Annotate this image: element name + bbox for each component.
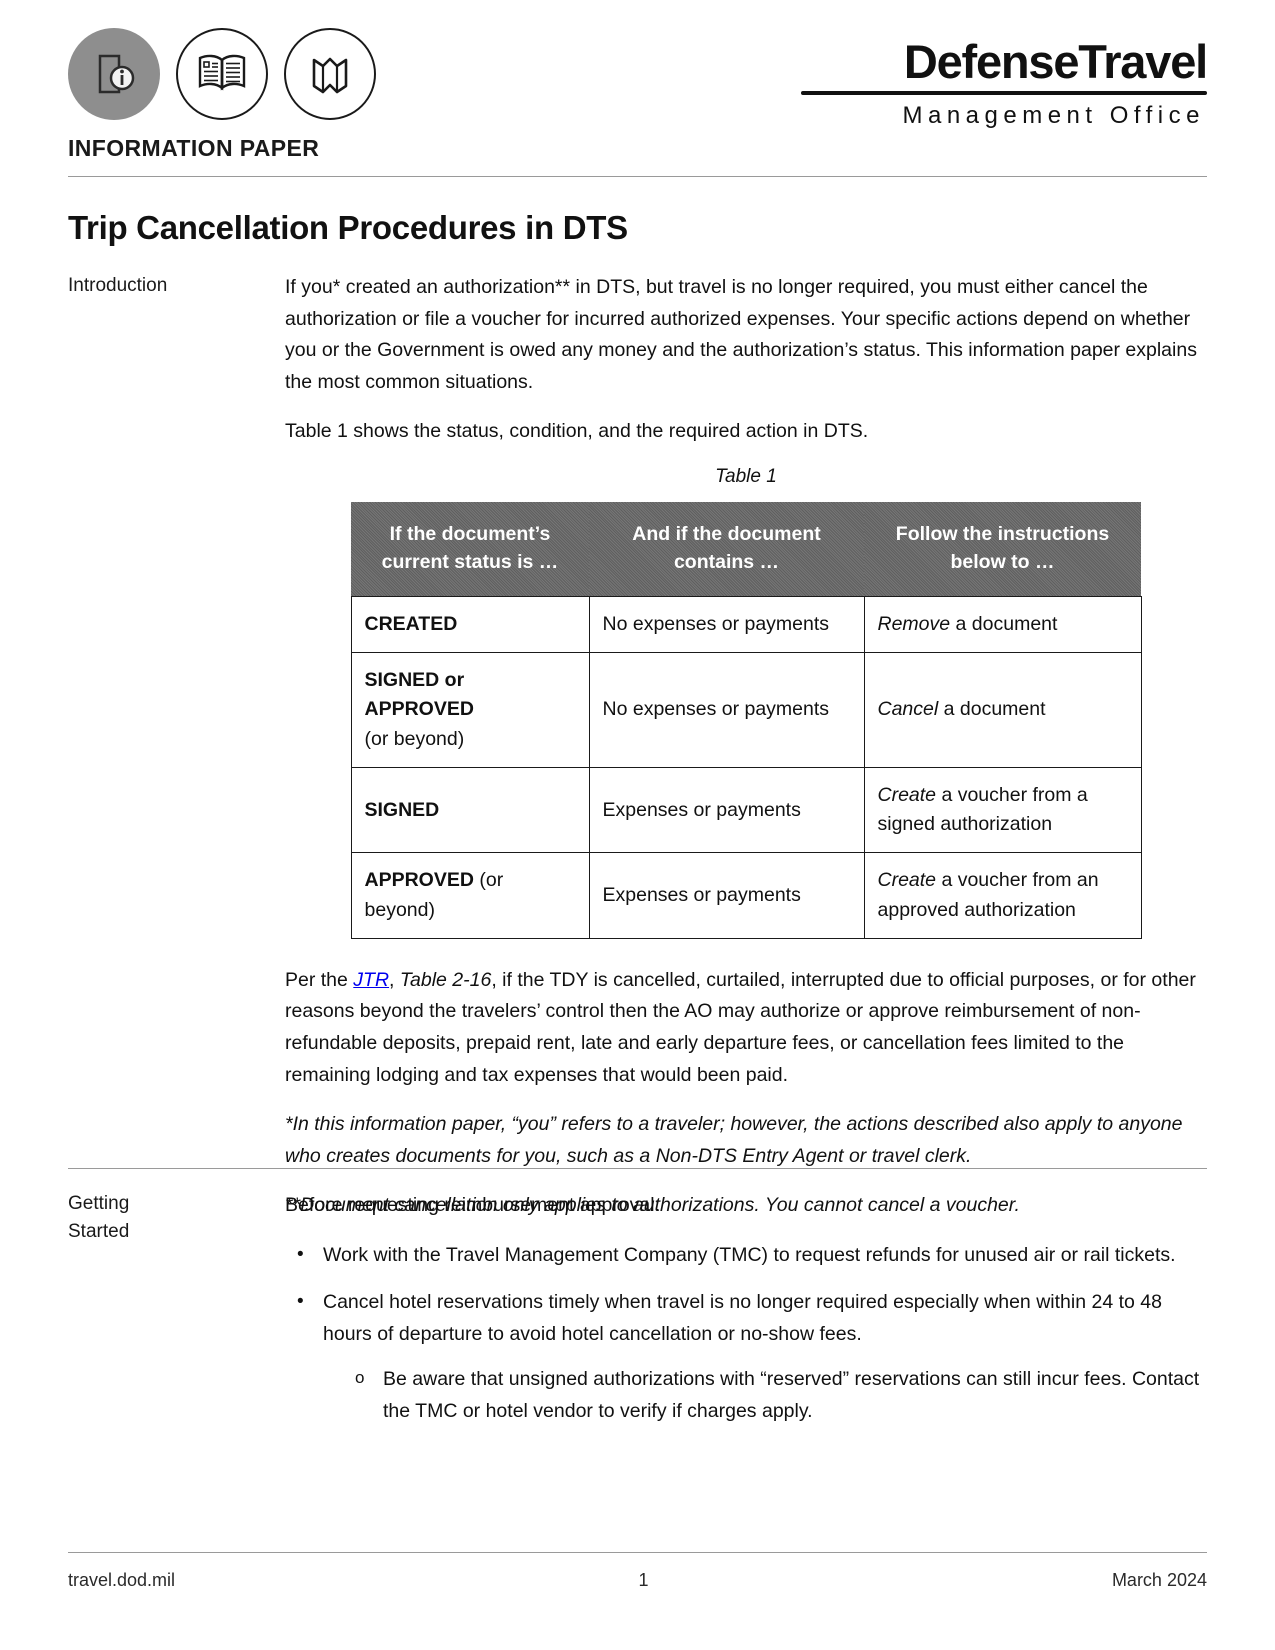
cell-action: Create a voucher from an approved author… bbox=[863, 852, 1142, 939]
table-row: APPROVED (or beyond) Expenses or payment… bbox=[350, 852, 1142, 939]
cell-status: CREATED bbox=[350, 595, 590, 654]
list-item: • Cancel hotel reservations timely when … bbox=[285, 1287, 1207, 1427]
jtr-paragraph: Per the JTR, Table 2-16, if the TDY is c… bbox=[285, 965, 1207, 1091]
page-footer: travel.dod.mil 1 March 2024 bbox=[68, 1570, 1207, 1591]
footnote-single-asterisk: *In this information paper, “you” refers… bbox=[285, 1113, 1183, 1167]
page-header: INFORMATION PAPER DefenseTravel Manageme… bbox=[68, 22, 1208, 172]
action-verb: Cancel bbox=[877, 698, 939, 721]
brand-name: DefenseTravel bbox=[903, 35, 1208, 88]
column-header-contains: And if the document contains … bbox=[589, 501, 864, 597]
page-title: Trip Cancellation Procedures in DTS bbox=[68, 209, 628, 246]
cell-action: Cancel a document bbox=[863, 652, 1142, 768]
section-label-getting-started: Getting Started bbox=[68, 1190, 268, 1245]
information-paper-label: INFORMATION PAPER bbox=[68, 135, 320, 161]
footer-date: March 2024 bbox=[1111, 1570, 1207, 1590]
intro-paragraph-2: Table 1 shows the status, condition, and… bbox=[285, 420, 869, 443]
footer-divider bbox=[68, 1552, 1207, 1553]
action-verb: Create bbox=[877, 869, 937, 892]
getting-started-content: Before requesting reimbursement approval… bbox=[285, 1190, 1207, 1427]
action-verb: Remove bbox=[877, 612, 951, 635]
cell-contains: Expenses or payments bbox=[588, 766, 865, 854]
list-item: • Work with the Travel Management Compan… bbox=[285, 1240, 1207, 1272]
section-getting-started: Getting Started Before requesting reimbu… bbox=[68, 1190, 1207, 1443]
information-paper-page: INFORMATION PAPER DefenseTravel Manageme… bbox=[0, 0, 1275, 1650]
table-header-row: If the document’s current status is … An… bbox=[351, 501, 1141, 597]
sub-bullet-marker-icon: o bbox=[355, 1368, 365, 1388]
table-1: If the document’s current status is … An… bbox=[350, 501, 1142, 939]
cell-status: APPROVED (or beyond) bbox=[350, 852, 590, 939]
list-item-text: Cancel hotel reservations timely when tr… bbox=[323, 1291, 1162, 1345]
getting-started-bullet-list: • Work with the Travel Management Compan… bbox=[285, 1240, 1207, 1428]
action-rest: a document bbox=[950, 612, 1058, 635]
map-fold-icon bbox=[284, 28, 376, 120]
table-row: SIGNED Expenses or payments Create a vou… bbox=[350, 766, 1142, 854]
footer-page-number: 1 bbox=[638, 1570, 649, 1590]
list-item-text: Work with the Travel Management Company … bbox=[323, 1243, 1176, 1266]
bullet-marker-icon: • bbox=[297, 1243, 304, 1265]
table-1-caption: Table 1 bbox=[715, 465, 777, 487]
open-book-icon bbox=[176, 28, 268, 120]
status-bold-text: SIGNED or APPROVED bbox=[364, 669, 474, 721]
dtmo-logo: DefenseTravel Management Office bbox=[787, 35, 1208, 130]
header-left-branding: INFORMATION PAPER bbox=[68, 22, 376, 162]
section-label-introduction: Introduction bbox=[68, 275, 168, 296]
table-row: CREATED No expenses or payments Remove a… bbox=[350, 595, 1142, 654]
status-bold-text: APPROVED bbox=[364, 869, 474, 892]
brand-underline-rule bbox=[801, 91, 1207, 95]
section-label-line-1: Getting bbox=[68, 1193, 130, 1214]
header-icon-row bbox=[68, 22, 376, 126]
column-header-status: If the document’s current status is … bbox=[351, 501, 589, 597]
sub-list-item: o Be aware that unsigned authorizations … bbox=[323, 1364, 1207, 1427]
cell-status: SIGNED bbox=[350, 766, 590, 854]
status-bold-text: CREATED bbox=[364, 612, 458, 635]
jtr-link[interactable]: JTR bbox=[353, 969, 389, 991]
jtr-prefix: Per the bbox=[285, 968, 354, 991]
cell-contains: Expenses or payments bbox=[588, 852, 865, 939]
header-divider bbox=[68, 176, 1207, 177]
cell-status: SIGNED or APPROVED (or beyond) bbox=[350, 652, 590, 768]
action-verb: Create bbox=[877, 783, 937, 806]
brand-subtitle: Management Office bbox=[902, 102, 1205, 129]
section-label-line-2: Started bbox=[68, 1220, 130, 1242]
getting-started-lead: Before requesting reimbursement approval… bbox=[285, 1194, 661, 1216]
cell-contains: No expenses or payments bbox=[588, 652, 865, 768]
column-header-action: Follow the instructions below to … bbox=[864, 501, 1141, 597]
footer-site-url[interactable]: travel.dod.mil bbox=[68, 1570, 175, 1591]
action-rest: a document bbox=[938, 698, 1046, 721]
cell-action: Create a voucher from a signed authoriza… bbox=[863, 766, 1142, 854]
jtr-comma: , bbox=[389, 968, 400, 991]
getting-started-sub-bullet-list: o Be aware that unsigned authorizations … bbox=[323, 1364, 1207, 1427]
info-circle-icon bbox=[68, 28, 160, 120]
cell-contains: No expenses or payments bbox=[588, 595, 865, 654]
table-row: SIGNED or APPROVED (or beyond) No expense… bbox=[350, 652, 1142, 768]
section-introduction: Introduction If you* created an authoriz… bbox=[68, 272, 1207, 1222]
status-normal-text: (or beyond) bbox=[364, 727, 465, 750]
cell-action: Remove a document bbox=[863, 595, 1142, 654]
section-divider bbox=[68, 1168, 1207, 1169]
status-bold-text: SIGNED bbox=[364, 798, 440, 821]
sub-list-item-text: Be aware that unsigned authorizations wi… bbox=[383, 1368, 1200, 1422]
table-1-wrapper: Table 1 If the document’s current status… bbox=[285, 466, 1207, 939]
intro-paragraph-1: If you* created an authorization** in DT… bbox=[285, 276, 1197, 393]
bullet-marker-icon: • bbox=[297, 1291, 304, 1313]
jtr-table-reference: Table 2-16 bbox=[399, 968, 492, 991]
introduction-content: If you* created an authorization** in DT… bbox=[285, 272, 1207, 1222]
